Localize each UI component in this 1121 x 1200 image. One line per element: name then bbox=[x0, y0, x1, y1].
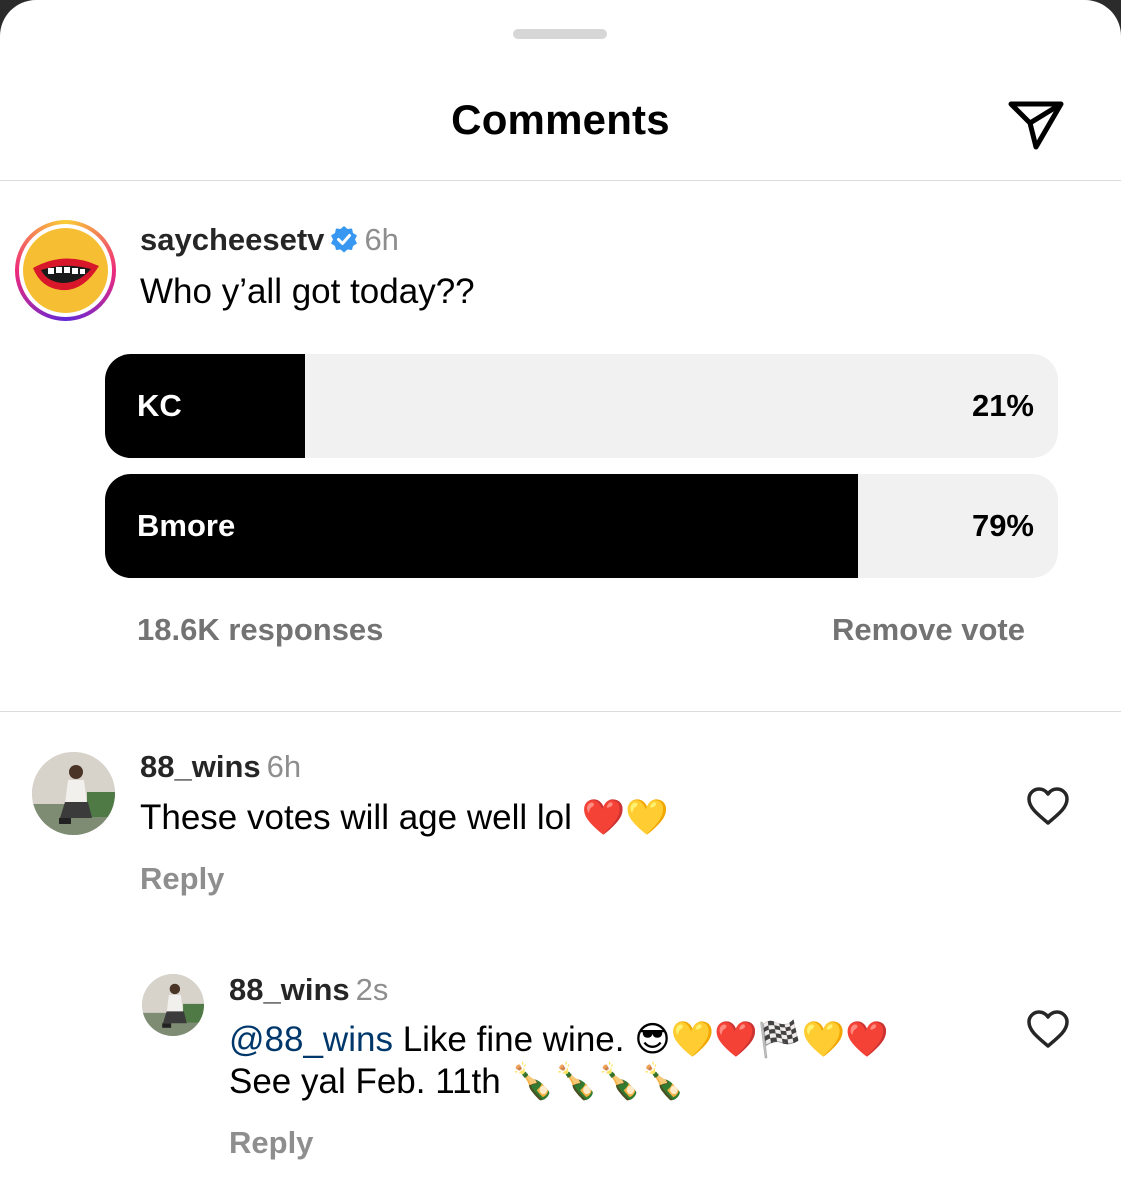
reply-text-line-2: See yal Feb. 11th 🍾🍾🍾🍾 bbox=[229, 1061, 685, 1103]
remove-vote-button[interactable]: Remove vote bbox=[832, 612, 1025, 648]
post-text: Who y’all got today?? bbox=[140, 272, 475, 311]
avatar[interactable] bbox=[15, 220, 116, 321]
comment-time: 6h bbox=[266, 749, 302, 784]
comments-sheet: Comments saycheesetv 6h Who y’all got to… bbox=[0, 0, 1121, 1200]
comment-username[interactable]: 88_wins bbox=[229, 972, 350, 1007]
poll-responses-count[interactable]: 18.6K responses bbox=[137, 612, 383, 648]
post-divider bbox=[0, 711, 1121, 712]
poll-option-label: Bmore bbox=[137, 508, 236, 543]
reply-button[interactable]: Reply bbox=[229, 1125, 313, 1161]
comment-username-row: 88_wins 6h bbox=[140, 749, 301, 785]
poll-option-label: KC bbox=[137, 388, 182, 423]
saycheese-logo-icon bbox=[23, 228, 108, 313]
page-title: Comments bbox=[451, 96, 670, 143]
poll-option-kc[interactable]: KC 21% bbox=[105, 354, 1058, 458]
mention-link[interactable]: @88_wins bbox=[229, 1020, 393, 1059]
heart-emoji-icons: ❤️💛 bbox=[581, 798, 669, 838]
emoji-icons: 😎💛❤️🏁💛❤️ bbox=[634, 1020, 889, 1060]
heart-outline-icon[interactable] bbox=[1026, 1009, 1070, 1049]
paper-plane-icon[interactable] bbox=[1006, 96, 1066, 152]
avatar[interactable] bbox=[142, 974, 204, 1036]
post-time: 6h bbox=[364, 222, 399, 257]
poll-option-percent: 21% bbox=[971, 388, 1034, 423]
poll-option-percent: 79% bbox=[971, 508, 1034, 543]
comment-time: 2s bbox=[355, 972, 389, 1007]
verified-badge-icon bbox=[331, 226, 358, 253]
poll-fill-bar bbox=[105, 354, 306, 458]
comment-username[interactable]: 88_wins bbox=[140, 749, 261, 784]
reply-text-line-1: @88_wins Like fine wine. 😎💛❤️🏁💛❤️ bbox=[229, 1019, 889, 1061]
comment-text: These votes will age well lol ❤️💛 bbox=[140, 797, 669, 839]
post-username-row: saycheesetv 6h bbox=[140, 222, 399, 258]
reply-body: Like fine wine. bbox=[402, 1020, 625, 1059]
heart-outline-icon[interactable] bbox=[1026, 786, 1070, 826]
user-photo-icon bbox=[142, 974, 204, 1036]
poll-option-bmore[interactable]: Bmore 79% bbox=[105, 474, 1058, 578]
user-photo-icon bbox=[32, 752, 115, 835]
reply-body-continued: See yal Feb. 11th bbox=[229, 1062, 501, 1101]
champagne-emoji-icons: 🍾🍾🍾🍾 bbox=[510, 1062, 685, 1102]
reply-username-row: 88_wins 2s bbox=[229, 972, 388, 1008]
post-username[interactable]: saycheesetv bbox=[140, 222, 324, 257]
sheet-grabber[interactable] bbox=[513, 29, 607, 39]
avatar[interactable] bbox=[32, 752, 115, 835]
header-divider bbox=[0, 180, 1121, 181]
reply-button[interactable]: Reply bbox=[140, 861, 224, 897]
comment-body: These votes will age well lol bbox=[140, 798, 572, 837]
